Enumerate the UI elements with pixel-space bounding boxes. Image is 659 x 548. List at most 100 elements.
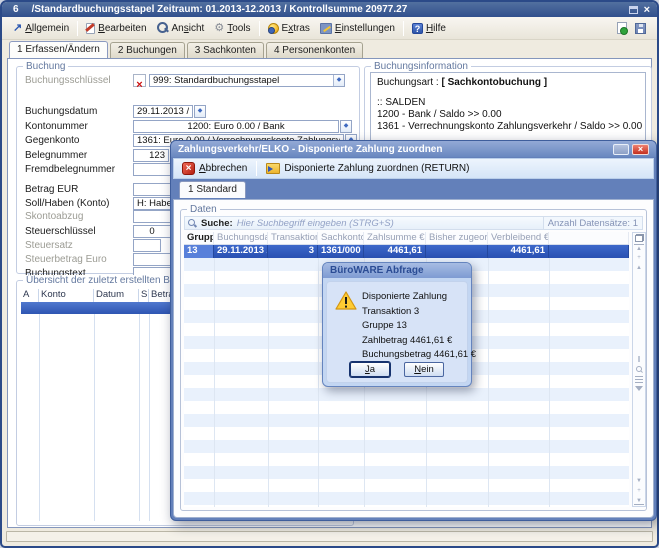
buchungsdatum-input[interactable]: [133, 105, 193, 118]
kontonummer-input[interactable]: [133, 120, 339, 133]
betrag-eur-label: Betrag EUR: [25, 184, 133, 195]
scroll-to-top-icon[interactable]: ▲: [634, 244, 644, 252]
insert-row-icon[interactable]: +: [634, 487, 644, 495]
cell-bisher-zugeordnet: [426, 245, 488, 258]
col-header-konto[interactable]: Konto: [39, 289, 94, 302]
selected-payment-row[interactable]: 13 29.11.2013 /Fr 3 1361/000 4461,61 446…: [184, 245, 629, 258]
fremdbelegnummer-label: Fremdbelegnummer: [25, 164, 133, 175]
tab-standard[interactable]: 1 Standard: [179, 181, 246, 198]
cell-buchungsdatum: 29.11.2013 /Fr: [214, 245, 268, 258]
label-part: earbeiten: [105, 23, 147, 34]
bueroware-abfrage-popup: BüroWARE Abfrage Disponierte Zahlung Tra…: [322, 262, 472, 387]
col-header-verbleibend[interactable]: Verbleibend €: [488, 232, 549, 244]
menu-bearbeiten[interactable]: Bearbeiten: [81, 21, 151, 36]
menu-label: Einstellungen: [335, 23, 395, 34]
steuersatz-input[interactable]: [133, 239, 161, 252]
restore-icon[interactable]: [613, 144, 629, 155]
zoom-icon[interactable]: [634, 366, 644, 374]
menu-separator: [403, 21, 404, 36]
col-header-bisher[interactable]: Bisher zugeordnet: [426, 232, 488, 244]
col-header-buchungsdatum[interactable]: Buchungsdatum: [214, 232, 268, 244]
menu-hilfe[interactable]: Hilfe: [407, 21, 451, 36]
menu-einstellungen[interactable]: Einstellungen: [315, 21, 400, 36]
search-label: Suche:: [201, 218, 233, 229]
steuersatz-label: Steuersatz: [25, 240, 133, 251]
col-header-transaktion[interactable]: Transaktion: [268, 232, 318, 244]
menu-bar: Allgemein Bearbeiten Ansicht Tools Extra…: [2, 17, 657, 40]
button-label: Abbrechen: [199, 163, 247, 174]
popup-title: BüroWARE Abfrage: [330, 265, 424, 276]
settings-icon: [320, 23, 332, 34]
search-icon: [188, 219, 197, 228]
label-part: tras: [293, 23, 310, 34]
group-legend: Buchungsinformation: [371, 61, 471, 72]
splitter-icon[interactable]: [634, 356, 644, 364]
restore-icon[interactable]: [629, 6, 638, 14]
dialog-controls: [613, 144, 649, 155]
warning-icon: [335, 291, 357, 315]
tab-buchungen[interactable]: 2 Buchungen: [110, 42, 185, 58]
col-header-gruppe[interactable]: Gruppe: [184, 232, 214, 244]
scroll-down-icon[interactable]: ▼: [634, 477, 644, 485]
menu-extras[interactable]: Extras: [263, 21, 315, 36]
menu-label: Bearbeiten: [98, 23, 146, 34]
scroll-up-icon[interactable]: ▲: [634, 264, 644, 272]
buchungsschluessel-label: Buchungsschlüssel: [25, 75, 133, 86]
add-row-icon[interactable]: +: [634, 254, 644, 262]
col-header-filler: [549, 232, 629, 244]
menu-label: Extras: [282, 23, 310, 34]
ja-button[interactable]: Ja: [350, 362, 390, 377]
save-icon[interactable]: [635, 23, 646, 34]
dropdown-icon[interactable]: [340, 120, 352, 133]
belegnummer-input[interactable]: [133, 149, 169, 162]
buchungsart-line: Buchungsart : [ Sachkontobuchung ]: [377, 77, 639, 88]
copy-rows-icon[interactable]: [635, 234, 644, 242]
record-count: Anzahl Datensätze: 1: [543, 217, 642, 229]
list-icon[interactable]: [635, 376, 643, 383]
label-part: A: [199, 163, 206, 174]
cell-gruppe: 13: [184, 245, 214, 258]
filter-icon[interactable]: [634, 385, 644, 393]
field-row-buchungsdatum: Buchungsdatum: [25, 104, 357, 118]
tab-personenkonten[interactable]: 4 Personenkonten: [266, 42, 363, 58]
label-part: a: [370, 364, 375, 375]
menu-allgemein[interactable]: Allgemein: [8, 21, 74, 36]
zuordnen-button[interactable]: Disponierte Zahlung zuordnen (RETURN): [262, 162, 473, 175]
menu-label: Hilfe: [426, 23, 446, 34]
new-document-icon[interactable]: [617, 22, 627, 34]
main-tabstrip: 1 Erfassen/Ändern 2 Buchungen 3 Sachkont…: [9, 41, 651, 58]
menu-tools[interactable]: Tools: [209, 21, 255, 36]
nein-button[interactable]: Nein: [404, 362, 444, 377]
window-titlebar: 6 /Standardbuchungsstapel Zeitraum: 01.2…: [2, 2, 657, 17]
col-header-datum[interactable]: Datum: [94, 289, 139, 302]
label-part: E: [335, 23, 342, 34]
close-icon[interactable]: ×: [644, 5, 650, 15]
buchungsinformation-group: Buchungsinformation Buchungsart : [ Sach…: [364, 66, 652, 148]
search-input[interactable]: [237, 218, 539, 229]
menu-label: Ansicht: [172, 23, 205, 34]
close-icon[interactable]: [632, 144, 649, 155]
col-header-sachkonto[interactable]: Sachkonto: [318, 232, 364, 244]
col-header-a[interactable]: A: [21, 289, 39, 302]
scroll-to-bottom-icon[interactable]: ▼: [634, 497, 644, 505]
tab-sachkonten[interactable]: 3 Sachkonten: [187, 42, 264, 58]
clear-icon[interactable]: [133, 74, 146, 87]
steuerbetrag-label: Steuerbetrag Euro: [25, 254, 133, 265]
menu-separator: [77, 21, 78, 36]
magnifier-icon: [157, 22, 169, 34]
button-label: Ja: [365, 364, 375, 375]
menu-ansicht[interactable]: Ansicht: [152, 20, 210, 36]
buchungsschluessel-input[interactable]: [149, 74, 345, 87]
col-header-zahlsumme[interactable]: Zahlsumme €: [364, 232, 426, 244]
abbrechen-button[interactable]: Abbrechen: [178, 161, 251, 176]
menu-label: Tools: [227, 23, 250, 34]
buchungsinformation-panel: Buchungsart : [ Sachkontobuchung ] :: SA…: [370, 72, 646, 142]
col-header-s[interactable]: S: [139, 289, 149, 302]
dropdown-icon[interactable]: [194, 105, 206, 118]
steuerschluessel-input[interactable]: [133, 225, 171, 238]
tab-erfassen-aendern[interactable]: 1 Erfassen/Ändern: [9, 41, 108, 58]
window-controls: ×: [629, 5, 650, 15]
cell-transaktion: 3: [268, 245, 318, 258]
dropdown-icon[interactable]: [333, 75, 344, 86]
buchungsart-label: Buchungsart :: [377, 77, 439, 88]
